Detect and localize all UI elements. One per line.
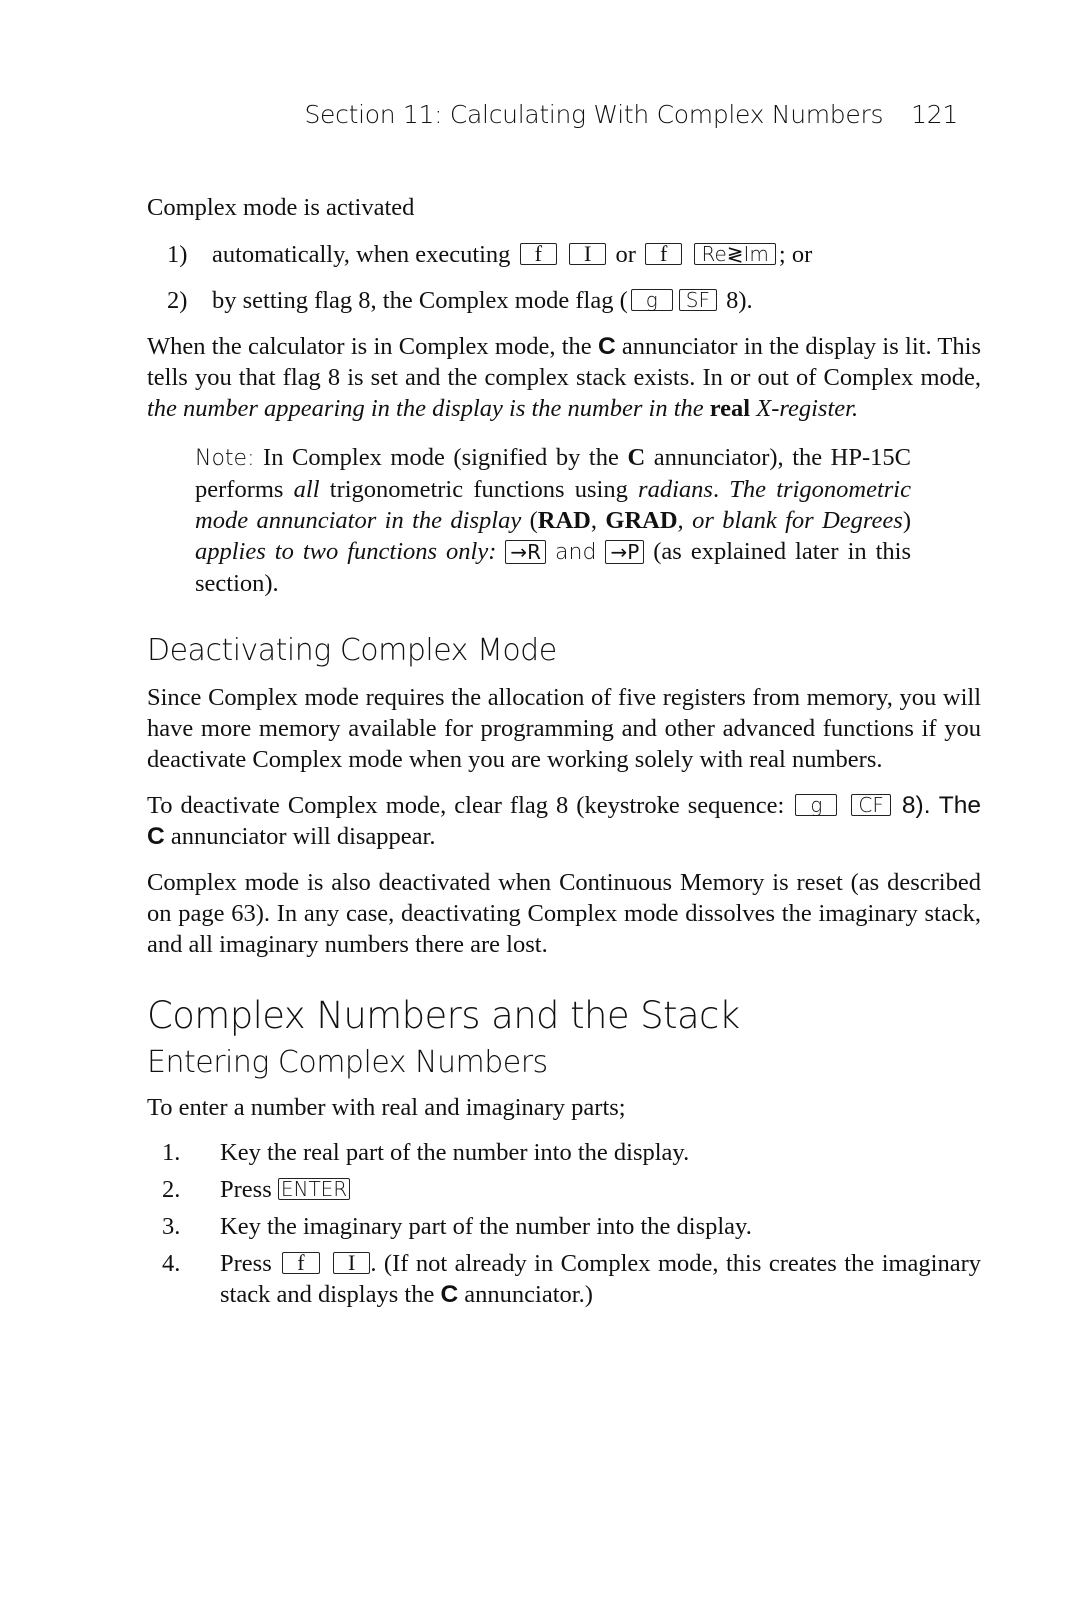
complex-mode-paragraph: When the calculator is in Complex mode, … <box>147 331 981 424</box>
text: . <box>712 476 730 503</box>
step-text: Press <box>220 1176 272 1203</box>
text: In Complex mode (signified by the <box>254 444 628 471</box>
text: , <box>590 507 606 534</box>
key-sf: SF <box>678 289 717 311</box>
text: 8). The <box>901 792 981 819</box>
emphasis: X-register. <box>756 395 859 422</box>
step-text: Key the imaginary part of the number int… <box>220 1213 752 1240</box>
step-text: Press <box>220 1250 272 1277</box>
key-to-polar: →P <box>605 540 645 564</box>
step-item: 4. Press f I. (If not already in Complex… <box>147 1248 981 1310</box>
step-text: Key the real part of the number into the… <box>220 1139 690 1166</box>
step-text: annunciator.) <box>458 1281 593 1308</box>
emphasis: radians <box>638 476 713 503</box>
c-annunciator: C <box>147 823 165 850</box>
list-number: 2) <box>167 287 188 314</box>
emphasis: , or blank for Degrees <box>677 507 903 534</box>
step-item: 2. Press ENTER <box>147 1174 981 1205</box>
list-text-after: 8). <box>719 287 753 314</box>
text: To deactivate Complex mode, clear flag 8… <box>147 792 785 819</box>
heading-complex-numbers-stack: Complex Numbers and the Stack <box>147 994 740 1037</box>
key-f: f <box>282 1252 320 1274</box>
grad-label: GRAD <box>605 507 678 534</box>
note-label: Note: <box>195 446 255 471</box>
key-g: g <box>630 289 673 311</box>
text: ) <box>902 507 911 534</box>
key-i: I <box>333 1252 371 1274</box>
text: When the calculator is in Complex mode, … <box>147 333 598 360</box>
list-text: by setting flag 8, the Complex mode flag… <box>212 287 628 314</box>
text: annunciator will disappear. <box>164 823 436 850</box>
c-annunciator: C <box>440 1281 459 1308</box>
emphasis: the number appearing in the display is t… <box>147 395 704 422</box>
running-header: Section 11: Calculating With Complex Num… <box>304 100 958 129</box>
emphasis: all <box>293 476 320 503</box>
bold-real: real <box>709 395 751 422</box>
key-enter: ENTER <box>277 1178 351 1200</box>
note-box: Note: In Complex mode (signified by the … <box>195 442 911 599</box>
manual-page: Section 11: Calculating With Complex Num… <box>0 0 1080 1620</box>
key-re-im: Re≷Im <box>694 243 776 265</box>
step-number: 3. <box>162 1213 181 1240</box>
page-body: Complex mode is activated 1) automatical… <box>147 192 981 1316</box>
list-number: 1) <box>167 241 188 268</box>
key-to-rectangular: →R <box>505 540 547 564</box>
activation-item-2: 2) by setting flag 8, the Complex mode f… <box>147 285 981 316</box>
section-title: Section 11: Calculating With Complex Num… <box>304 100 884 129</box>
text: ( <box>521 507 538 534</box>
deactivating-para-2: To deactivate Complex mode, clear flag 8… <box>147 790 981 852</box>
key-i: I <box>569 243 607 265</box>
or-text: or <box>615 241 636 268</box>
and-text: and <box>555 540 597 565</box>
entering-intro: To enter a number with real and imaginar… <box>147 1094 626 1121</box>
key-f: f <box>519 243 557 265</box>
step-item: 3. Key the imaginary part of the number … <box>147 1211 981 1242</box>
heading-deactivating: Deactivating Complex Mode <box>147 633 557 668</box>
key-cf: CF <box>851 794 891 816</box>
key-f: f <box>645 243 683 265</box>
text: trigonometric functions using <box>319 476 639 503</box>
step-number: 4. <box>162 1250 181 1277</box>
c-annunciator: C <box>627 444 646 471</box>
step-number: 1. <box>162 1139 181 1166</box>
step-number: 2. <box>162 1176 181 1203</box>
steps-list: 1. Key the real part of the number into … <box>147 1137 981 1310</box>
heading-entering-complex-numbers: Entering Complex Numbers <box>147 1045 548 1080</box>
c-annunciator: C <box>597 333 616 360</box>
deactivating-para-3: Complex mode is also deactivated when Co… <box>147 869 981 958</box>
emphasis: applies to two functions only: <box>195 538 497 565</box>
list-text: automatically, when executing <box>212 241 511 268</box>
list-text-after: ; or <box>778 241 813 268</box>
page-number: 121 <box>911 100 958 129</box>
key-g: g <box>795 794 838 816</box>
rad-label: RAD <box>537 507 591 534</box>
step-item: 1. Key the real part of the number into … <box>147 1137 981 1168</box>
activation-item-1: 1) automatically, when executing f I or … <box>147 239 981 270</box>
activation-intro: Complex mode is activated <box>147 194 415 221</box>
deactivating-para-1: Since Complex mode requires the allocati… <box>147 684 981 773</box>
